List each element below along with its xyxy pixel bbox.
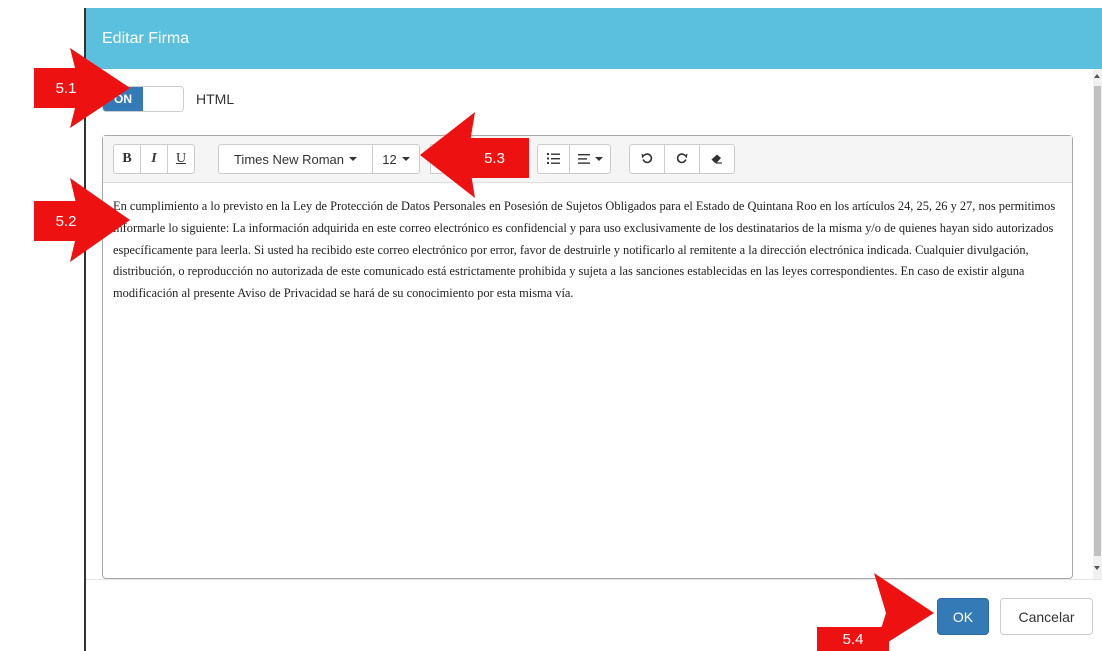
callout-arrow-5-1-icon (70, 48, 130, 128)
chevron-down-icon (401, 157, 410, 161)
undo-button[interactable] (629, 144, 665, 174)
eraser-icon (711, 152, 723, 167)
scrollbar-thumb[interactable] (1094, 86, 1101, 556)
font-size-dropdown[interactable]: 12 (372, 144, 420, 174)
modal-header: Editar Firma (86, 8, 1102, 69)
callout-arrow-5-2-icon (70, 178, 130, 262)
clear-format-button[interactable] (699, 144, 735, 174)
callout-arrow-5-3-icon (420, 112, 475, 198)
modal-title: Editar Firma (102, 30, 190, 47)
ordered-list-icon (547, 152, 560, 167)
cancel-button[interactable]: Cancelar (1000, 598, 1093, 635)
editor-content[interactable]: En cumplimiento a lo previsto en la Ley … (113, 196, 1058, 305)
underline-button[interactable]: U (167, 144, 195, 174)
scroll-up-arrow-icon[interactable] (1094, 74, 1100, 78)
style-button-group: B I U (113, 144, 195, 174)
font-family-value: Times New Roman (233, 151, 345, 167)
font-family-dropdown[interactable]: Times New Roman (218, 144, 373, 174)
scroll-down-arrow-icon[interactable] (1094, 566, 1100, 570)
font-size-value: 12 (382, 151, 397, 167)
modal-footer-divider (86, 579, 1102, 580)
ok-button[interactable]: OK (937, 598, 989, 635)
signature-editor: B I U Times New Roman 12 En cumplimiento… (102, 135, 1073, 579)
editor-toolbar: B I U Times New Roman 12 (103, 136, 1072, 183)
chevron-down-icon (349, 157, 358, 161)
callout-arrow-5-4-icon (874, 573, 934, 651)
history-button-group (629, 144, 735, 174)
undo-icon (641, 152, 653, 167)
align-left-icon (577, 152, 590, 167)
font-button-group: Times New Roman 12 (218, 144, 420, 174)
redo-icon (676, 152, 688, 167)
bold-button[interactable]: B (113, 144, 141, 174)
redo-button[interactable] (664, 144, 700, 174)
paragraph-button-group (537, 144, 611, 174)
align-dropdown[interactable] (569, 144, 611, 174)
italic-button[interactable]: I (140, 144, 168, 174)
chevron-down-icon (594, 157, 603, 161)
ordered-list-button[interactable] (537, 144, 570, 174)
html-toggle-label: HTML (196, 91, 235, 107)
